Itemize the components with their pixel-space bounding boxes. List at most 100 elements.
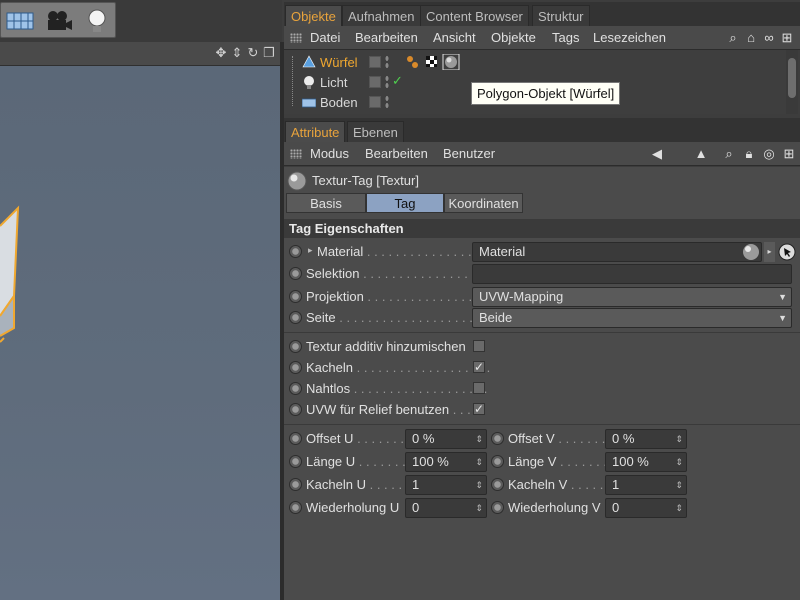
- projection-dropdown[interactable]: UVW-Mapping ▼: [472, 287, 792, 307]
- repeat-row: Wiederholung U 0 ⇕ Wiederholung V 0 ⇕: [284, 498, 800, 518]
- tiles-v-field[interactable]: 1 ⇕: [605, 475, 687, 495]
- tab-structure[interactable]: Struktur: [532, 5, 590, 26]
- search-icon[interactable]: ⌕: [722, 147, 736, 161]
- menu-edit[interactable]: Bearbeiten: [365, 146, 428, 161]
- visibility-dots-icon[interactable]: [385, 95, 389, 109]
- grip-icon[interactable]: [290, 149, 302, 159]
- animate-radio[interactable]: [289, 267, 302, 280]
- stepper-icon[interactable]: ⇕: [475, 453, 483, 471]
- animate-radio[interactable]: [289, 432, 302, 445]
- object-name[interactable]: Würfel: [320, 55, 358, 70]
- tab-content-browser[interactable]: Content Browser: [420, 5, 529, 26]
- uvw-relief-checkbox[interactable]: ✓: [473, 403, 485, 415]
- menu-bookmarks[interactable]: Lesezeichen: [593, 30, 666, 45]
- search-icon[interactable]: ⌕: [726, 31, 740, 45]
- stepper-icon[interactable]: ⇕: [475, 476, 483, 494]
- repeat-v-field[interactable]: 0 ⇕: [605, 498, 687, 518]
- offset-v-field[interactable]: 0 % ⇕: [605, 429, 687, 449]
- grip-icon[interactable]: [290, 33, 302, 43]
- back-arrow-icon[interactable]: ◀: [650, 147, 664, 161]
- floor-grid-icon[interactable]: [5, 7, 35, 35]
- menu-objects[interactable]: Objekte: [491, 30, 536, 45]
- animate-radio[interactable]: [289, 340, 302, 353]
- animate-radio[interactable]: [289, 311, 302, 324]
- menu-file[interactable]: Datei: [310, 30, 340, 45]
- link-icon[interactable]: ∞: [762, 31, 776, 45]
- selection-field[interactable]: [472, 264, 792, 284]
- animate-radio[interactable]: [289, 501, 302, 514]
- viewport-toolbar: [0, 0, 282, 42]
- light-bulb-icon[interactable]: [83, 7, 113, 35]
- menu-tags[interactable]: Tags: [552, 30, 579, 45]
- offset-u-field[interactable]: 0 % ⇕: [405, 429, 487, 449]
- animate-radio[interactable]: [289, 455, 302, 468]
- tile-checkbox[interactable]: ✓: [473, 361, 485, 373]
- menu-mode[interactable]: Modus: [310, 146, 349, 161]
- animate-radio[interactable]: [491, 478, 504, 491]
- stepper-icon[interactable]: ⇕: [675, 453, 683, 471]
- camera-icon[interactable]: [43, 7, 73, 35]
- pick-cursor-icon[interactable]: [778, 243, 796, 261]
- animate-radio[interactable]: [289, 382, 302, 395]
- scrollbar-thumb[interactable]: [788, 58, 796, 98]
- tab-objects[interactable]: Objekte: [285, 5, 342, 26]
- zoom-view-icon[interactable]: ⇕: [230, 46, 244, 60]
- length-v-field[interactable]: 100 % ⇕: [605, 452, 687, 472]
- stepper-icon[interactable]: ⇕: [675, 476, 683, 494]
- new-window-icon[interactable]: ⊞: [782, 147, 796, 161]
- length-u-field[interactable]: 100 % ⇕: [405, 452, 487, 472]
- object-list-scrollbar[interactable]: [786, 50, 798, 114]
- animate-radio[interactable]: [289, 403, 302, 416]
- expand-arrow-icon[interactable]: ▸: [308, 245, 313, 256]
- seamless-checkbox[interactable]: [473, 382, 485, 394]
- lock-icon[interactable]: 🔒︎: [742, 147, 756, 161]
- home-icon[interactable]: ⌂: [744, 31, 758, 45]
- 3d-viewport[interactable]: [0, 66, 280, 600]
- stepper-icon[interactable]: ⇕: [475, 499, 483, 517]
- target-icon[interactable]: ◎: [762, 147, 776, 161]
- attribute-menubar: Modus Bearbeiten Benutzer ◀ ▲ ⌕ 🔒︎ ◎ ⊞: [284, 142, 800, 166]
- side-dropdown[interactable]: Beide ▼: [472, 308, 792, 328]
- chevron-down-icon: ▼: [778, 292, 787, 302]
- tiles-u-field[interactable]: 1 ⇕: [405, 475, 487, 495]
- visibility-dots-icon[interactable]: [385, 55, 389, 69]
- animate-radio[interactable]: [491, 501, 504, 514]
- stepper-icon[interactable]: ⇕: [675, 499, 683, 517]
- repeat-u-field[interactable]: 0 ⇕: [405, 498, 487, 518]
- object-name[interactable]: Licht: [320, 75, 347, 90]
- maximize-view-icon[interactable]: ❐: [262, 46, 276, 60]
- checkmark-icon[interactable]: ✓: [392, 73, 403, 89]
- tab-layers[interactable]: Ebenen: [347, 121, 404, 142]
- stepper-icon[interactable]: ⇕: [675, 430, 683, 448]
- tab-basis[interactable]: Basis: [286, 193, 366, 213]
- tab-tag[interactable]: Tag: [366, 193, 444, 213]
- rotate-view-icon[interactable]: ↻: [246, 46, 260, 60]
- material-field[interactable]: Material: [472, 242, 762, 262]
- object-name[interactable]: Boden: [320, 95, 358, 110]
- tab-coordinates[interactable]: Koordinaten: [444, 193, 523, 213]
- move-view-icon[interactable]: ✥: [214, 46, 228, 60]
- tab-takes[interactable]: Aufnahmen: [342, 5, 421, 26]
- menu-edit[interactable]: Bearbeiten: [355, 30, 418, 45]
- menu-view[interactable]: Ansicht: [433, 30, 476, 45]
- tab-attributes[interactable]: Attribute: [285, 121, 346, 142]
- length-u-value: 100 %: [412, 454, 449, 469]
- animate-radio[interactable]: [491, 455, 504, 468]
- up-arrow-icon[interactable]: ▲: [694, 147, 708, 161]
- animate-radio[interactable]: [491, 432, 504, 445]
- animate-radio[interactable]: [289, 478, 302, 491]
- layer-flag-icon[interactable]: [369, 96, 381, 108]
- animate-radio[interactable]: [289, 361, 302, 374]
- layer-flag-icon[interactable]: [369, 76, 381, 88]
- animate-radio[interactable]: [289, 245, 302, 258]
- animate-radio[interactable]: [289, 290, 302, 303]
- visibility-dots-icon[interactable]: [385, 75, 389, 89]
- stepper-icon[interactable]: ⇕: [475, 430, 483, 448]
- manager-tabbar: Objekte Aufnahmen Content Browser Strukt…: [284, 2, 800, 26]
- new-window-icon[interactable]: ⊞: [780, 31, 794, 45]
- material-menu-arrow-icon[interactable]: ▸: [764, 242, 775, 262]
- additive-checkbox[interactable]: [473, 340, 485, 352]
- menu-user[interactable]: Benutzer: [443, 146, 495, 161]
- list-item[interactable]: Würfel: [284, 52, 786, 72]
- layer-flag-icon[interactable]: [369, 56, 381, 68]
